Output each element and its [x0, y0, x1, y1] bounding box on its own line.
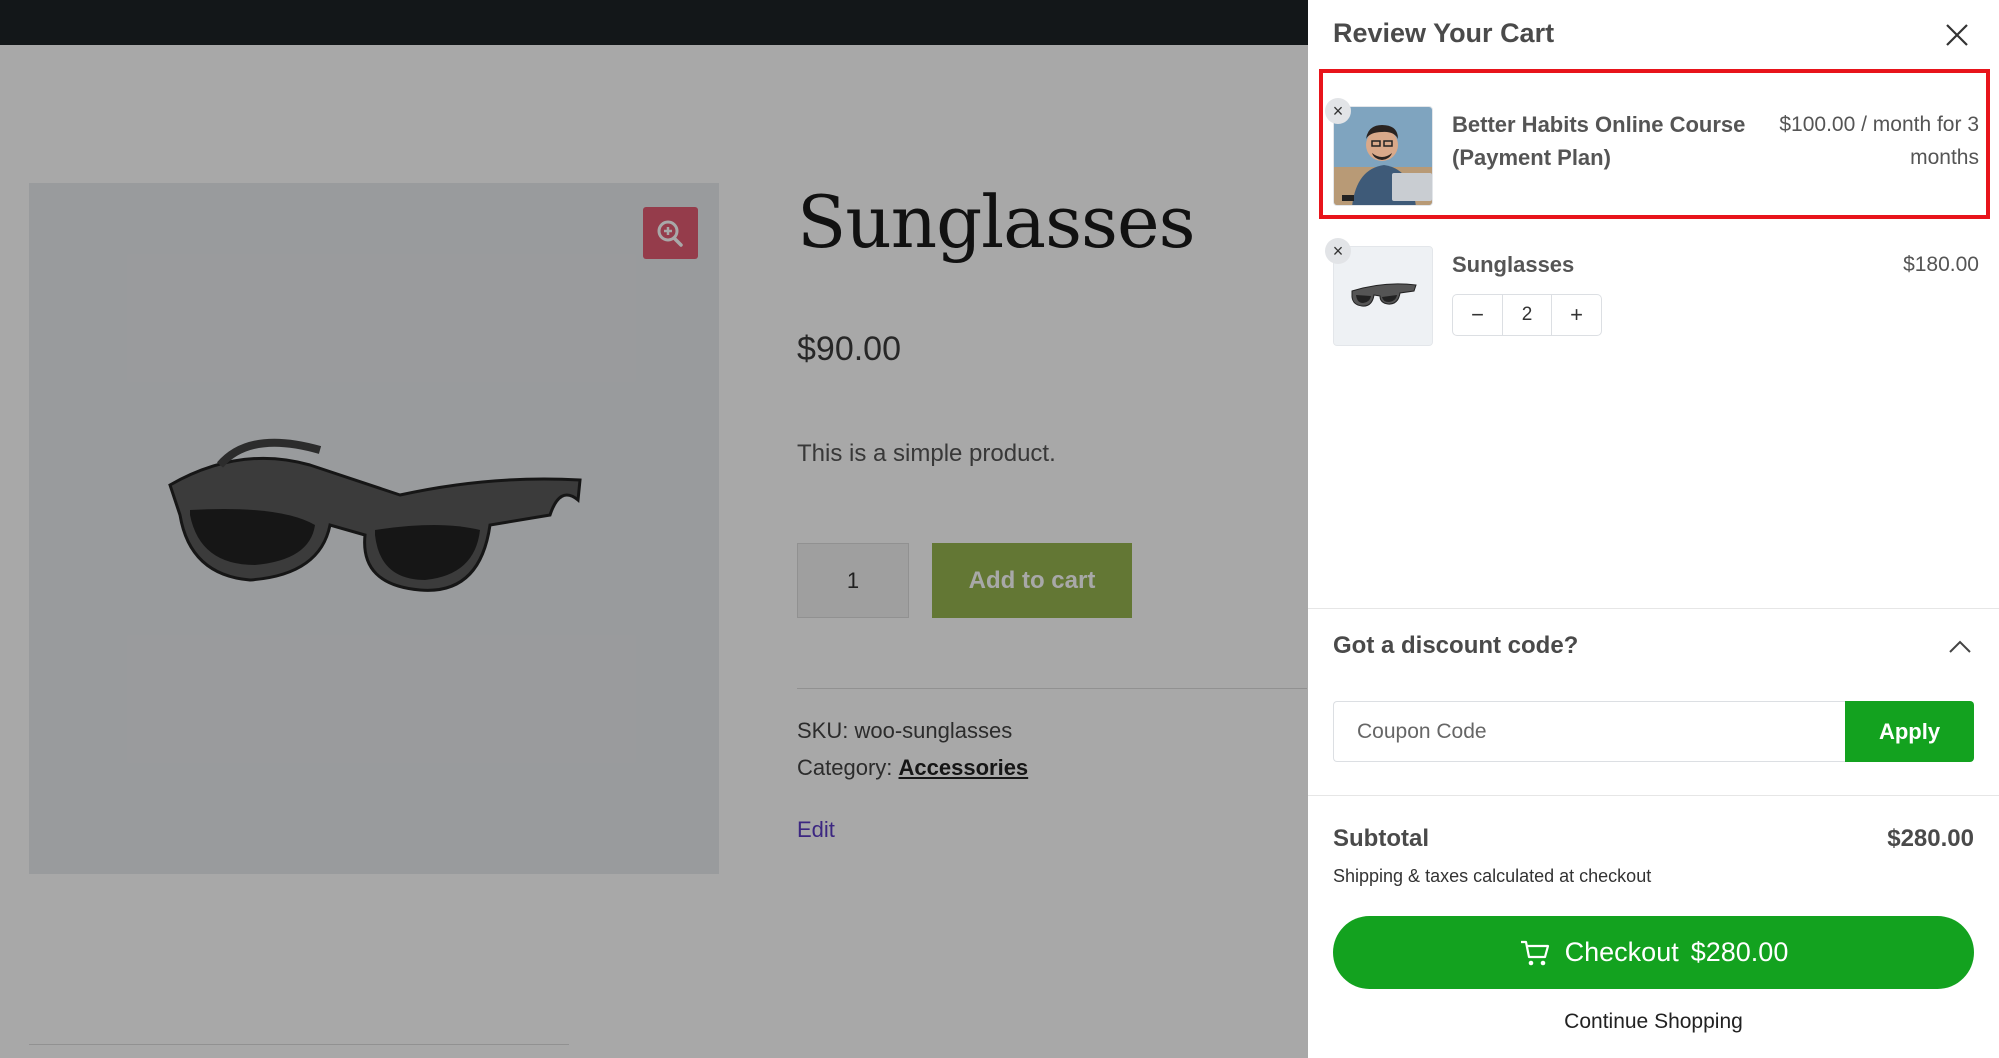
close-button[interactable] — [1939, 17, 1975, 53]
apply-coupon-button[interactable]: Apply — [1845, 701, 1974, 762]
divider — [1308, 608, 1999, 609]
modal-overlay[interactable] — [0, 0, 1308, 1058]
checkout-button[interactable]: Checkout $280.00 — [1333, 916, 1974, 989]
cart-item-price: $100.00 / month for 3 months — [1779, 113, 1979, 169]
cart-item-name[interactable]: Sunglasses — [1452, 248, 1762, 281]
continue-shopping-link[interactable]: Continue Shopping — [1308, 1010, 1999, 1034]
coupon-code-input[interactable] — [1333, 701, 1845, 762]
subtotal-value: $280.00 — [1887, 825, 1974, 852]
divider — [1308, 795, 1999, 796]
discount-toggle[interactable]: Got a discount code? — [1333, 632, 1578, 660]
cart-item: × Sunglasses $180.00 − 2 + — [1325, 238, 1979, 346]
checkout-amount: $280.00 — [1690, 937, 1789, 967]
chevron-up-icon[interactable] — [1946, 636, 1974, 658]
quantity-value[interactable]: 2 — [1502, 295, 1552, 335]
decrease-quantity-button[interactable]: − — [1453, 295, 1502, 335]
cart-title: Review Your Cart — [1333, 18, 1555, 48]
remove-item-button[interactable]: × — [1325, 98, 1351, 124]
quantity-stepper: − 2 + — [1452, 294, 1602, 336]
cart-item-price: $180.00 — [1903, 253, 1979, 276]
sunglasses-image — [1333, 246, 1433, 346]
cart-item: × Better Habits Online Course (Payment P… — [1325, 98, 1979, 206]
cart-item-name[interactable]: Better Habits Online Course (Payment Pla… — [1452, 108, 1762, 174]
person-with-laptop-image — [1333, 106, 1433, 206]
close-icon — [1946, 24, 1968, 46]
cart-drawer: Review Your Cart × Better Habits Online … — [1308, 0, 1999, 1058]
increase-quantity-button[interactable]: + — [1552, 295, 1601, 335]
checkout-label: Checkout — [1564, 937, 1679, 967]
shipping-note: Shipping & taxes calculated at checkout — [1333, 866, 1652, 886]
cart-icon — [1520, 940, 1549, 965]
subtotal-label: Subtotal — [1333, 825, 1429, 852]
remove-item-button[interactable]: × — [1325, 238, 1351, 264]
